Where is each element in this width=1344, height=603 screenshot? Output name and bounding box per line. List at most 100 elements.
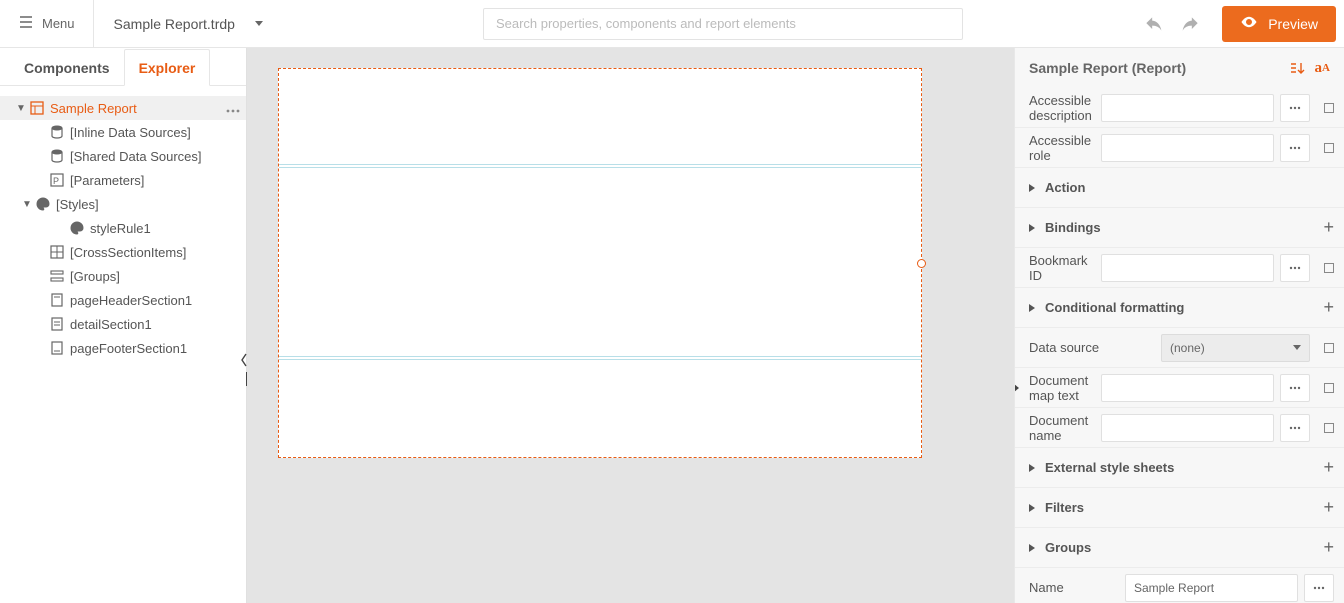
prop-action[interactable]: Action — [1015, 168, 1344, 208]
prop-label: Document map text — [1029, 373, 1101, 403]
alpha-sort-icon[interactable]: aA — [1315, 60, 1330, 77]
ellipsis-button[interactable] — [1304, 574, 1334, 602]
prop-bindings[interactable]: Bindings + — [1015, 208, 1344, 248]
expand-caret[interactable] — [1029, 544, 1035, 552]
tree-label: styleRule1 — [90, 221, 240, 236]
prop-label: Conditional formatting — [1045, 300, 1184, 315]
prop-input[interactable] — [1101, 374, 1274, 402]
palette-icon — [68, 221, 86, 235]
prop-input[interactable] — [1101, 414, 1274, 442]
tree-page-footer[interactable]: pageFooterSection1 — [0, 336, 246, 360]
group-icon — [48, 269, 66, 283]
tab-explorer[interactable]: Explorer — [124, 49, 211, 86]
ellipsis-button[interactable] — [1280, 134, 1310, 162]
report-page[interactable] — [278, 68, 922, 458]
database-icon — [48, 149, 66, 163]
tree-label: [Shared Data Sources] — [70, 149, 240, 164]
expand-caret[interactable] — [1029, 464, 1035, 472]
tree-cross-section-items[interactable]: [CrossSectionItems] — [0, 240, 246, 264]
tree-parameters[interactable]: P [Parameters] — [0, 168, 246, 192]
tree-style-rule[interactable]: styleRule1 — [0, 216, 246, 240]
tree-groups[interactable]: [Groups] — [0, 264, 246, 288]
add-button[interactable]: + — [1323, 297, 1334, 318]
prop-input-name[interactable] — [1125, 574, 1298, 602]
sort-icon[interactable] — [1289, 61, 1305, 75]
hamburger-icon — [18, 14, 34, 33]
expand-caret[interactable] — [1029, 504, 1035, 512]
section-icon — [48, 341, 66, 355]
section-divider — [279, 356, 921, 357]
add-button[interactable]: + — [1323, 537, 1334, 558]
reset-square[interactable] — [1324, 143, 1334, 153]
prop-label: Document name — [1029, 413, 1101, 443]
topbar: Menu Sample Report.trdp Preview — [0, 0, 1344, 48]
prop-accessible-role: Accessible role — [1015, 128, 1344, 168]
properties-panel: Sample Report (Report) aA Accessible des… — [1014, 48, 1344, 603]
preview-button[interactable]: Preview — [1222, 6, 1336, 42]
prop-conditional-formatting[interactable]: Conditional formatting + — [1015, 288, 1344, 328]
reset-square[interactable] — [1324, 263, 1334, 273]
left-panel: Components Explorer ▼ Sample Report [Inl… — [0, 48, 247, 603]
prop-input[interactable] — [1101, 254, 1274, 282]
resize-handle[interactable] — [917, 259, 926, 268]
prop-filters[interactable]: Filters + — [1015, 488, 1344, 528]
properties-list: Accessible description Accessible role A… — [1015, 88, 1344, 603]
search-input[interactable] — [483, 8, 963, 40]
expand-caret[interactable] — [1029, 184, 1035, 192]
body: Components Explorer ▼ Sample Report [Inl… — [0, 48, 1344, 603]
section-divider — [279, 167, 921, 168]
tree-inline-data-sources[interactable]: [Inline Data Sources] — [0, 120, 246, 144]
ellipsis-button[interactable] — [1280, 254, 1310, 282]
reset-square[interactable] — [1324, 383, 1334, 393]
prop-input[interactable] — [1101, 134, 1274, 162]
prop-input[interactable] — [1101, 94, 1274, 122]
data-source-dropdown[interactable]: (none) — [1161, 334, 1310, 362]
prop-label: External style sheets — [1045, 460, 1174, 475]
ellipsis-button[interactable] — [1280, 374, 1310, 402]
reset-square[interactable] — [1324, 423, 1334, 433]
tree-label: pageHeaderSection1 — [70, 293, 240, 308]
expand-caret[interactable] — [1029, 224, 1035, 232]
undo-button[interactable] — [1138, 9, 1168, 39]
tree-shared-data-sources[interactable]: [Shared Data Sources] — [0, 144, 246, 168]
menu-button[interactable]: Menu — [8, 0, 94, 48]
prop-external-style-sheets[interactable]: External style sheets + — [1015, 448, 1344, 488]
tab-components[interactable]: Components — [10, 50, 124, 85]
more-icon[interactable] — [226, 101, 240, 116]
ellipsis-button[interactable] — [1280, 94, 1310, 122]
prop-label: Accessible role — [1029, 133, 1101, 163]
prop-label: Filters — [1045, 500, 1177, 515]
tree-page-header[interactable]: pageHeaderSection1 — [0, 288, 246, 312]
prop-bookmark-id: Bookmark ID — [1015, 248, 1344, 288]
report-icon — [28, 101, 46, 115]
prop-label: Bookmark ID — [1029, 253, 1101, 283]
tree-root[interactable]: ▼ Sample Report — [0, 96, 246, 120]
prop-label: Groups — [1045, 540, 1177, 555]
tree-label: [Groups] — [70, 269, 240, 284]
section-icon — [48, 293, 66, 307]
database-icon — [48, 125, 66, 139]
tree-label: [CrossSectionItems] — [70, 245, 240, 260]
prop-groups[interactable]: Groups + — [1015, 528, 1344, 568]
add-button[interactable]: + — [1323, 217, 1334, 238]
reset-square[interactable] — [1324, 103, 1334, 113]
expand-icon[interactable]: ▼ — [14, 103, 28, 114]
prop-name: Name — [1015, 568, 1344, 603]
design-canvas[interactable] — [247, 48, 1014, 603]
tree-detail-section[interactable]: detailSection1 — [0, 312, 246, 336]
prop-label: Bindings — [1045, 220, 1177, 235]
add-button[interactable]: + — [1323, 497, 1334, 518]
expand-caret[interactable] — [1029, 304, 1035, 312]
expand-icon[interactable]: ▼ — [20, 199, 34, 210]
tree-label: pageFooterSection1 — [70, 341, 240, 356]
tree-label: [Parameters] — [70, 173, 240, 188]
prop-accessible-description: Accessible description — [1015, 88, 1344, 128]
tree-styles[interactable]: ▼ [Styles] — [0, 192, 246, 216]
redo-button[interactable] — [1176, 9, 1206, 39]
filename-dropdown-caret[interactable] — [255, 21, 263, 26]
prop-label: Action — [1045, 180, 1177, 195]
add-button[interactable]: + — [1323, 457, 1334, 478]
ellipsis-button[interactable] — [1280, 414, 1310, 442]
svg-text:P: P — [53, 176, 59, 186]
reset-square[interactable] — [1324, 343, 1334, 353]
